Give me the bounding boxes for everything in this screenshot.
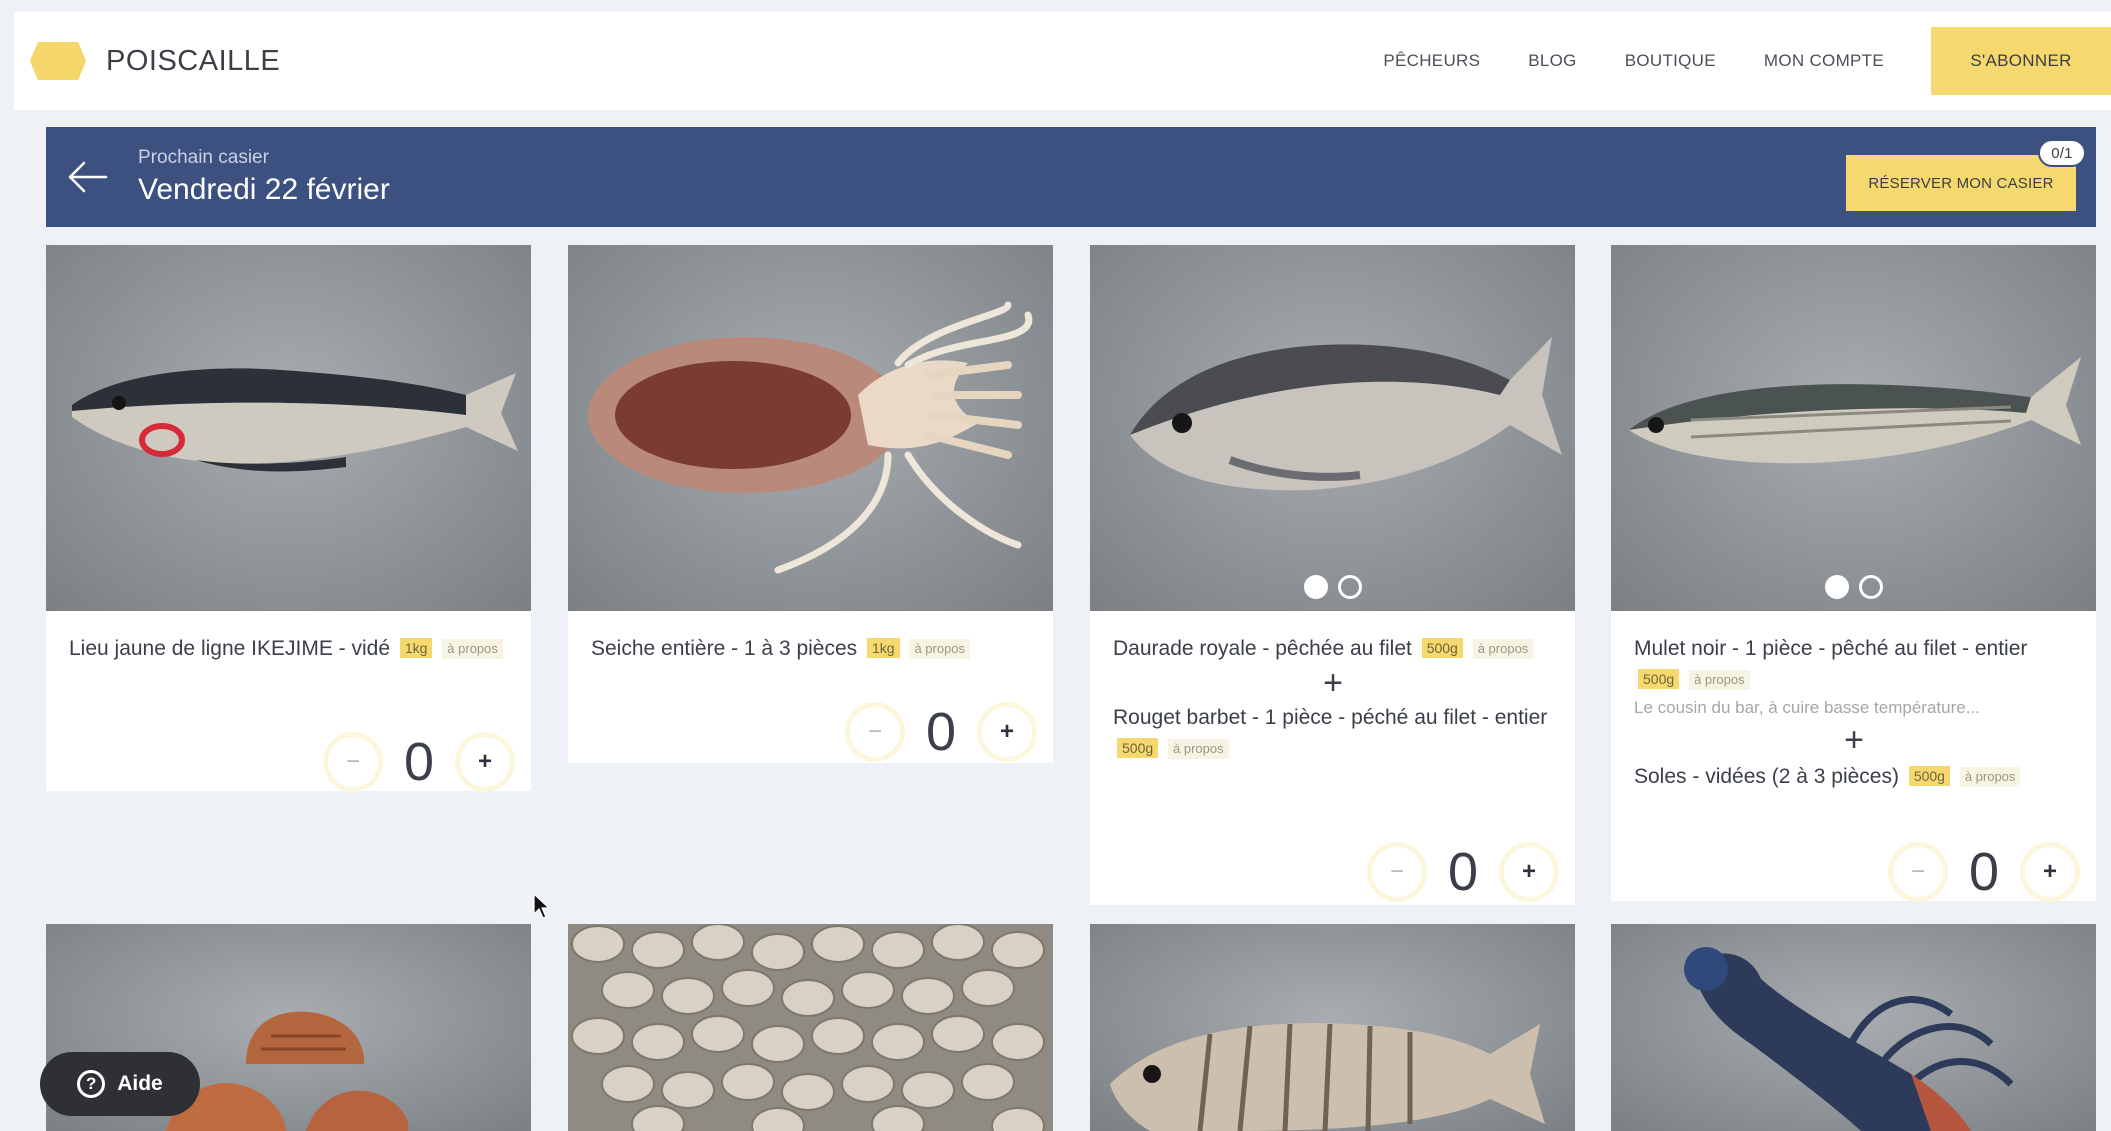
weight-tag: 500g: [1421, 638, 1463, 658]
increase-button[interactable]: +: [460, 737, 510, 787]
carousel-dot-active[interactable]: [1824, 575, 1849, 599]
product-title: Seiche entière - 1 à 3 pièces 1kg à prop…: [591, 633, 1031, 664]
top-navigation-bar: POISCAILLE PÊCHEURS BLOG BOUTIQUE MON CO…: [14, 12, 2111, 110]
product-card: Daurade royale - pêchée au filet 500g à …: [1090, 245, 1575, 905]
about-link[interactable]: à propos: [1689, 670, 1750, 690]
sea-bream-illustration: [1130, 337, 1562, 491]
product-info: Daurade royale - pêchée au filet 500g à …: [1090, 611, 1575, 764]
clams-photo[interactable]: [568, 924, 1053, 1131]
nav-link-boutique[interactable]: BOUTIQUE: [1625, 51, 1716, 71]
logo-hexagon-icon: [30, 42, 86, 80]
product-info: Lieu jaune de ligne IKEJIME - vidé 1kg à…: [46, 611, 531, 664]
delivery-date: Vendredi 22 février: [138, 173, 390, 206]
quantity-stepper: − 0 +: [1893, 841, 2075, 903]
basket-count-badge: 0/1: [2038, 139, 2086, 167]
product-info: Seiche entière - 1 à 3 pièces 1kg à prop…: [568, 611, 1053, 664]
pollock-photo[interactable]: [46, 245, 531, 611]
product-title: Daurade royale - pêchée au filet 500g à …: [1113, 633, 1553, 664]
reserve-basket-button[interactable]: RÉSERVER MON CASIER 0/1: [1846, 139, 2086, 211]
help-button[interactable]: ? Aide: [40, 1052, 200, 1116]
banner-label: Prochain casier: [138, 147, 269, 168]
combo-separator: +: [1323, 664, 1343, 702]
lobster-illustration: [1684, 947, 2014, 1131]
clams-illustration: [571, 924, 1045, 1131]
banner-text: Prochain casier Vendredi 22 février: [138, 147, 390, 207]
quantity-stepper: − 0 +: [328, 731, 510, 793]
product-name: Seiche entière - 1 à 3 pièces: [591, 637, 858, 660]
mullet-illustration: [1629, 357, 2081, 464]
mouse-cursor-icon: [533, 893, 551, 919]
about-link[interactable]: à propos: [1959, 767, 2021, 787]
increase-button[interactable]: +: [2025, 847, 2075, 897]
weight-tag: 500g: [1638, 669, 1680, 689]
product-name: Soles - vidées (2 à 3 pièces): [1634, 765, 1899, 788]
mullet-photo[interactable]: [1611, 245, 2096, 611]
decrease-button[interactable]: −: [328, 737, 378, 787]
brand-name: POISCAILLE: [106, 44, 281, 77]
main-nav: PÊCHEURS BLOG BOUTIQUE MON COMPTE S'ABON…: [1383, 12, 2111, 110]
product-title: Lieu jaune de ligne IKEJIME - vidé 1kg à…: [69, 633, 509, 664]
product-card: Mulet noir - 1 pièce - pêché au filet - …: [1611, 245, 2096, 903]
about-link[interactable]: à propos: [1168, 739, 1229, 759]
decrease-button[interactable]: −: [1893, 847, 1943, 897]
product-info: Mulet noir - 1 pièce - pêché au filet - …: [1611, 611, 2096, 792]
nav-link-mon-compte[interactable]: MON COMPTE: [1764, 51, 1884, 71]
quantity-stepper: − 0 +: [1372, 841, 1554, 903]
product-description: Le cousin du bar, à cuire basse températ…: [1634, 698, 1980, 717]
sea-bream-photo[interactable]: [1090, 245, 1575, 611]
increase-button[interactable]: +: [982, 707, 1032, 757]
cuttlefish-illustration: [588, 301, 1033, 574]
product-title: Mulet noir - 1 pièce - pêché au filet - …: [1634, 633, 2074, 695]
about-link[interactable]: à propos: [1472, 639, 1534, 659]
cuttlefish-photo[interactable]: [568, 245, 1053, 611]
back-arrow-icon[interactable]: [62, 152, 112, 202]
help-question-icon: ?: [77, 1070, 106, 1098]
next-basket-banner: Prochain casier Vendredi 22 février RÉSE…: [46, 127, 2096, 227]
increase-button[interactable]: +: [1504, 847, 1554, 897]
product-name: Daurade royale - pêchée au filet: [1113, 637, 1412, 660]
carousel-dots: [1303, 575, 1362, 599]
decrease-button[interactable]: −: [1372, 847, 1422, 897]
reserve-basket-label: RÉSERVER MON CASIER: [1868, 174, 2054, 192]
product-name: Lieu jaune de ligne IKEJIME - vidé: [69, 637, 391, 660]
product-card: [568, 924, 1053, 1131]
product-card: Lieu jaune de ligne IKEJIME - vidé 1kg à…: [46, 245, 531, 793]
about-link[interactable]: à propos: [909, 639, 971, 659]
product-name: Mulet noir - 1 pièce - pêché au filet - …: [1634, 637, 2028, 660]
quantity-value: 0: [403, 732, 435, 792]
brand-logo[interactable]: POISCAILLE: [30, 42, 280, 80]
combo-separator: +: [1844, 721, 1864, 759]
product-title: Soles - vidées (2 à 3 pièces) 500g à pro…: [1634, 761, 2074, 792]
nav-link-pecheurs[interactable]: PÊCHEURS: [1383, 51, 1480, 71]
quantity-value: 0: [925, 702, 957, 762]
decrease-button[interactable]: −: [850, 707, 900, 757]
quantity-stepper: − 0 +: [850, 701, 1032, 763]
quantity-value: 0: [1447, 842, 1479, 902]
product-card: [1090, 924, 1575, 1131]
product-card: [1611, 924, 2096, 1131]
weight-tag: 500g: [1117, 738, 1159, 758]
lobster-photo[interactable]: [1611, 924, 2096, 1131]
quantity-value: 0: [1968, 842, 2000, 902]
help-label: Aide: [117, 1072, 163, 1095]
pollock-illustration: [72, 368, 518, 472]
about-link[interactable]: à propos: [442, 639, 503, 659]
nav-link-blog[interactable]: BLOG: [1528, 51, 1576, 71]
weight-tag: 1kg: [399, 638, 433, 658]
weight-tag: 1kg: [867, 638, 900, 658]
product-card: Seiche entière - 1 à 3 pièces 1kg à prop…: [568, 245, 1053, 763]
product-title: Rouget barbet - 1 pièce - péché au filet…: [1113, 702, 1553, 764]
weight-tag: 500g: [1908, 766, 1950, 786]
striped-bream-photo[interactable]: [1090, 924, 1575, 1131]
subscribe-button[interactable]: S'ABONNER: [1931, 27, 2111, 95]
carousel-dot[interactable]: [1858, 575, 1883, 599]
carousel-dot[interactable]: [1337, 575, 1362, 599]
carousel-dots: [1824, 575, 1883, 599]
striped-bream-illustration: [1110, 1023, 1545, 1131]
product-name: Rouget barbet - 1 pièce - péché au filet…: [1113, 706, 1548, 729]
carousel-dot-active[interactable]: [1303, 575, 1328, 599]
